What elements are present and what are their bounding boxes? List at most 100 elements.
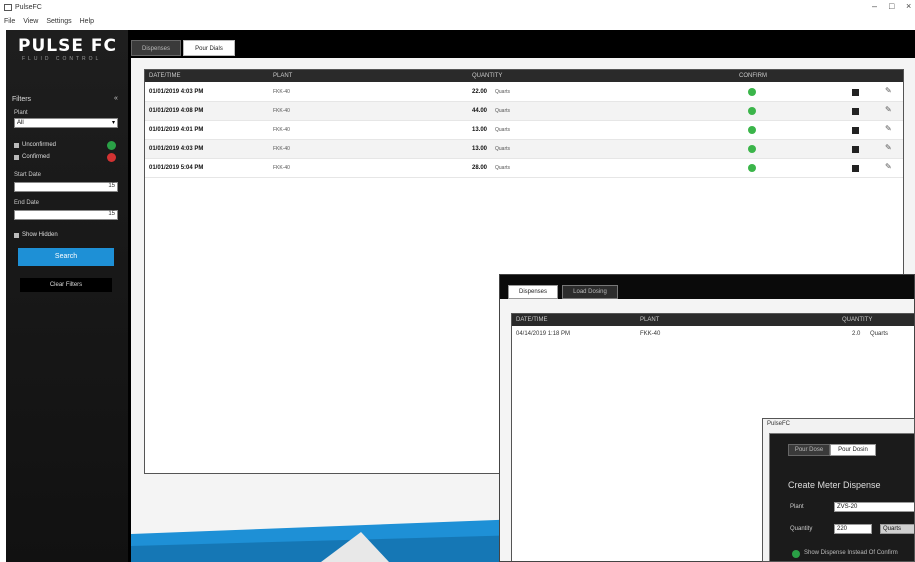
dispense-option-label: Show Dispense Instead Of Confirm	[804, 550, 898, 556]
print-icon[interactable]	[852, 165, 859, 172]
table-row[interactable]: 01/01/2019 4:08 PM FKK-40 44.00 Quarts ✎	[145, 102, 903, 121]
menu-settings[interactable]: Settings	[46, 18, 71, 25]
unconfirmed-filter[interactable]: Unconfirmed	[14, 140, 118, 150]
end-date-input[interactable]: 15	[14, 210, 118, 220]
row-unit: Quarts	[495, 127, 511, 133]
show-hidden-label: Show Hidden	[22, 232, 58, 238]
row-plant: FKK-40	[273, 127, 290, 133]
quantity-input[interactable]: 220	[834, 524, 872, 534]
confirm-status-icon[interactable]	[748, 88, 756, 96]
chevron-down-icon: ▾	[111, 120, 115, 126]
row-date: 01/01/2019 4:01 PM	[149, 127, 204, 133]
plant-select[interactable]: ZVS-20	[834, 502, 914, 512]
col-date-time[interactable]: DATE/TIME	[516, 314, 548, 326]
confirm-status-icon[interactable]	[748, 145, 756, 153]
tab-pour-dials[interactable]: Pour Dials	[183, 40, 235, 56]
row-date: 01/01/2019 4:03 PM	[149, 146, 204, 152]
menu-bar: File View Settings Help	[0, 14, 915, 28]
maximize-button[interactable]: □	[889, 1, 894, 11]
clear-filters-button[interactable]: Clear Filters	[20, 278, 112, 292]
print-icon[interactable]	[852, 127, 859, 134]
end-date-label: End Date	[14, 200, 40, 206]
row-plant: FKK-40	[273, 146, 290, 152]
confirmed-label: Confirmed	[22, 154, 50, 160]
table-row[interactable]: 01/01/2019 4:03 PM FKK-40 13.00 Quarts ✎	[145, 140, 903, 159]
table-row[interactable]: 01/01/2019 4:03 PM FKK-40 22.00 Quarts ✎	[145, 83, 903, 102]
close-button[interactable]: ×	[906, 1, 911, 11]
row-quantity: 22.00	[472, 89, 488, 95]
row-date: 04/14/2019 1:18 PM	[516, 331, 571, 337]
tab-pour-dose[interactable]: Pour Dose	[788, 444, 830, 456]
row-quantity: 28.00	[472, 165, 488, 171]
row-unit: Quarts	[870, 331, 889, 337]
col-quantity[interactable]: QUANTITY	[472, 70, 502, 82]
dialog-body: Pour Dose Pour Dosin Create Meter Dispen…	[769, 433, 914, 561]
menu-help[interactable]: Help	[80, 18, 94, 25]
unconfirmed-status-icon	[107, 152, 116, 162]
confirm-status-icon[interactable]	[748, 107, 756, 115]
row-unit: Quarts	[495, 89, 511, 95]
unit-select[interactable]: Quarts	[880, 524, 914, 534]
col-date-time[interactable]: DATE/TIME	[149, 70, 181, 82]
row-date: 01/01/2019 5:04 PM	[149, 165, 204, 171]
radio-selected-icon[interactable]	[792, 550, 800, 558]
row-quantity: 44.00	[472, 108, 488, 114]
show-hidden-filter[interactable]: Show Hidden	[14, 230, 118, 240]
col-quantity[interactable]: QUANTITY	[842, 314, 872, 326]
tab-dispenses[interactable]: Dispenses	[508, 285, 558, 299]
calendar-icon[interactable]: 15	[108, 211, 115, 217]
edit-icon[interactable]: ✎	[885, 143, 892, 153]
col-confirm[interactable]: CONFIRM	[739, 70, 767, 82]
calendar-icon[interactable]: 15	[108, 183, 115, 189]
menu-view[interactable]: View	[23, 18, 38, 25]
confirm-status-icon[interactable]	[748, 126, 756, 134]
dialog-title: PulseFC	[767, 421, 791, 427]
print-icon[interactable]	[852, 89, 859, 96]
checkbox-icon	[14, 142, 19, 148]
table-row[interactable]: 01/01/2019 4:01 PM FKK-40 13.00 Quarts ✎	[145, 121, 903, 140]
col-plant[interactable]: PLANT	[640, 314, 659, 326]
table-header: DATE/TIME PLANT QUANTITY CONFIRM	[145, 70, 903, 82]
menu-file[interactable]: File	[4, 18, 15, 25]
collapse-icon[interactable]: «	[114, 95, 118, 102]
print-icon[interactable]	[852, 108, 859, 115]
row-date: 01/01/2019 4:03 PM	[149, 89, 204, 95]
confirm-status-icon[interactable]	[748, 164, 756, 172]
col-plant[interactable]: PLANT	[273, 70, 292, 82]
brand-tagline: FLUID CONTROL	[22, 56, 102, 62]
tab-dispenses[interactable]: Dispenses	[131, 40, 181, 56]
row-unit: Quarts	[495, 108, 511, 114]
edit-icon[interactable]: ✎	[885, 86, 892, 96]
brand-logo: PULSE FC	[18, 36, 117, 56]
confirmed-status-icon	[107, 140, 116, 150]
title-bar: PulseFC	[0, 0, 915, 14]
dialog-heading: Create Meter Dispense	[788, 480, 881, 490]
tab-load-dosing[interactable]: Load Dosing	[562, 285, 618, 299]
edit-icon[interactable]: ✎	[885, 124, 892, 134]
row-plant: FKK-40	[273, 108, 290, 114]
app-icon	[4, 3, 12, 11]
row-quantity: 2.0	[852, 331, 861, 337]
plant-label: Plant	[790, 504, 804, 510]
row-unit: Quarts	[495, 146, 511, 152]
unconfirmed-label: Unconfirmed	[22, 142, 57, 148]
tab-pour-dosin[interactable]: Pour Dosin	[830, 444, 876, 456]
filter-sidebar: PULSE FC FLUID CONTROL Filters « Plant A…	[6, 30, 128, 562]
checkbox-icon	[14, 154, 19, 160]
filters-heading: Filters	[12, 96, 32, 103]
row-quantity: 13.00	[472, 127, 488, 133]
print-icon[interactable]	[852, 146, 859, 153]
table-row[interactable]: 01/01/2019 5:04 PM FKK-40 28.00 Quarts ✎	[145, 159, 903, 178]
plant-select[interactable]: All ▾	[14, 118, 118, 128]
confirmed-filter[interactable]: Confirmed	[14, 152, 118, 162]
checkbox-icon	[14, 232, 19, 238]
edit-icon[interactable]: ✎	[885, 162, 892, 172]
table-header: DATE/TIME PLANT QUANTITY	[512, 314, 914, 326]
start-date-input[interactable]: 15	[14, 182, 118, 192]
row-quantity: 13.00	[472, 146, 488, 152]
edit-icon[interactable]: ✎	[885, 105, 892, 115]
create-dispense-dialog: PulseFC Pour Dose Pour Dosin Create Mete…	[762, 418, 915, 562]
minimize-button[interactable]: –	[872, 1, 877, 11]
search-button[interactable]: Search	[18, 248, 114, 266]
plant-label: Plant	[14, 110, 28, 116]
